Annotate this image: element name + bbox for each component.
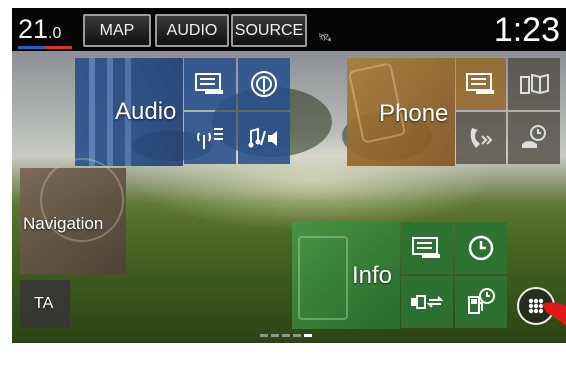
audio-tile-label: Audio xyxy=(115,98,177,125)
radio-icon[interactable] xyxy=(238,58,290,110)
text-display-icon[interactable] xyxy=(456,58,506,110)
antenna-list-icon[interactable] xyxy=(184,112,236,164)
page-indicator xyxy=(260,334,320,338)
infotainment-screen: 21.0 MAP AUDIO SOURCE 🛰 1:23 Audio Phone xyxy=(12,8,566,343)
clock-icon[interactable] xyxy=(455,222,507,274)
satellite-icon: 🛰 xyxy=(318,32,332,44)
pointer-annotation xyxy=(542,302,566,326)
temperature-display: 21.0 xyxy=(18,13,61,50)
speed-dial-icon[interactable] xyxy=(456,112,506,164)
info-tile-label: Info xyxy=(352,262,393,289)
navigation-tile-label: Navigation xyxy=(23,214,104,233)
text-display-icon[interactable] xyxy=(184,58,236,110)
navigation-tile[interactable]: Navigation xyxy=(20,158,126,274)
audio-button[interactable]: AUDIO xyxy=(155,14,229,47)
map-button[interactable]: MAP xyxy=(83,14,151,47)
fuel-clock-icon[interactable] xyxy=(455,276,507,328)
page-dot xyxy=(293,334,301,337)
call-history-icon[interactable] xyxy=(508,112,560,164)
clock: 1:23 xyxy=(493,11,560,49)
page-dot xyxy=(282,334,290,337)
phone-tile[interactable]: Phone xyxy=(347,58,455,166)
piano-key-decoration xyxy=(89,58,95,166)
ta-button[interactable]: TA xyxy=(20,280,70,328)
info-tile[interactable]: Info xyxy=(292,222,400,329)
page-dot xyxy=(271,334,279,337)
audio-tile[interactable]: Audio xyxy=(75,58,183,166)
temperature-value: 21 xyxy=(18,14,49,44)
phonebook-icon[interactable] xyxy=(508,58,560,110)
status-bar: 21.0 MAP AUDIO SOURCE 🛰 1:23 xyxy=(12,8,566,51)
ta-button-label: TA xyxy=(34,295,54,312)
page-dot xyxy=(260,334,268,337)
trip-computer-icon[interactable] xyxy=(401,276,453,328)
source-button[interactable]: SOURCE xyxy=(231,14,307,47)
temperature-bar xyxy=(18,46,72,49)
notebook-decoration xyxy=(298,236,348,320)
piano-key-decoration xyxy=(107,58,113,166)
music-speaker-icon[interactable] xyxy=(238,112,290,164)
text-display-icon[interactable] xyxy=(401,222,453,274)
page-dot-active xyxy=(304,334,312,337)
phone-tile-label: Phone xyxy=(379,100,449,127)
temperature-decimal: .0 xyxy=(48,25,62,42)
